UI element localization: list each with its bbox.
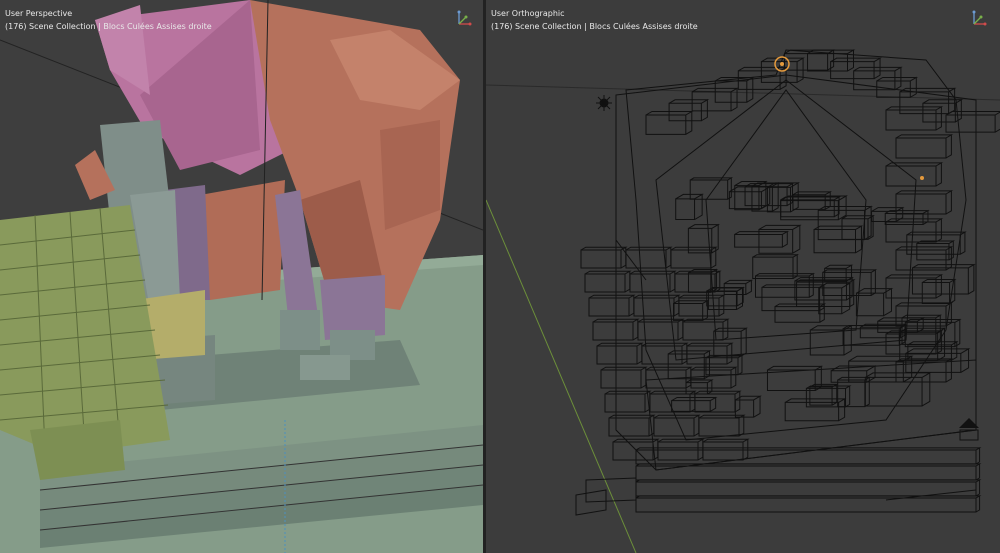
- axis-gizmo-icon[interactable]: [968, 8, 990, 30]
- view-name: User Perspective: [5, 9, 73, 18]
- horizon-line: [486, 84, 1000, 101]
- wireframe-block: [635, 447, 982, 465]
- wireframe-block: [667, 350, 712, 380]
- wireframe-block: [689, 177, 734, 200]
- wireframe-block: [758, 224, 802, 254]
- wireframe-block: [885, 273, 944, 299]
- axis-gizmo-icon[interactable]: [453, 8, 475, 30]
- 3d-cursor-center: [780, 62, 784, 66]
- wireframe-block: [822, 269, 878, 296]
- viewport-header: User Orthographic (176) Scene Collection…: [491, 7, 698, 33]
- wireframe-block: [584, 270, 632, 293]
- wireframe-block: [885, 161, 944, 187]
- wireframe-block: [922, 98, 964, 123]
- wireframe-block: [600, 366, 648, 389]
- wireframe-block: [734, 395, 762, 418]
- wireframe-block: [604, 390, 652, 413]
- wireframe-block: [625, 246, 673, 269]
- wireframe-block: [734, 230, 790, 248]
- wireframe-block: [705, 354, 744, 376]
- wireframe-block: [885, 217, 944, 243]
- collection-info: (176) Scene Collection | Blocs Culées As…: [5, 22, 212, 31]
- wireframe-block: [871, 206, 905, 222]
- wireframe-scene[interactable]: [486, 0, 1000, 553]
- wireframe-block: [809, 324, 854, 356]
- wireframe-block: [635, 463, 982, 481]
- wireframe-block: [592, 318, 640, 341]
- wireframe-block: [635, 495, 982, 513]
- wireframe-block: [818, 282, 852, 315]
- wireframe-block: [895, 245, 954, 271]
- wireframe-block: [784, 398, 847, 422]
- viewport-perspective[interactable]: User Perspective (176) Scene Collection …: [0, 0, 483, 553]
- light-icon: [596, 95, 612, 111]
- wireframe-block: [596, 342, 644, 365]
- wireframe-block: [653, 414, 701, 437]
- wireframe-block: [904, 318, 962, 348]
- wireframe-block: [841, 214, 875, 240]
- viewport-header: User Perspective (176) Scene Collection …: [5, 7, 212, 33]
- wireframe-block: [675, 193, 705, 221]
- axis-line-y: [486, 199, 637, 553]
- wireframe-block: [682, 318, 730, 341]
- wireframe-block: [885, 105, 944, 131]
- view-name: User Orthographic: [491, 9, 565, 18]
- wireframe-structure: [575, 49, 977, 516]
- wireframe-block: [895, 133, 954, 159]
- solid-scene[interactable]: [0, 0, 483, 553]
- wireframe-block: [830, 57, 882, 80]
- wireframe-block: [805, 385, 852, 408]
- collection-info: (176) Scene Collection | Blocs Culées As…: [491, 22, 698, 31]
- wireframe-block: [588, 294, 636, 317]
- wireframe-block: [668, 98, 710, 122]
- wireframe-block: [885, 329, 944, 355]
- wireframe-block: [752, 253, 800, 280]
- wireframe-block: [895, 357, 954, 383]
- wireframe-blocks: [580, 49, 1000, 513]
- viewport-orthographic[interactable]: User Orthographic (176) Scene Collection…: [486, 0, 1000, 553]
- wireframe-block: [921, 278, 957, 304]
- wireframe-block: [670, 246, 718, 269]
- wireframe-block: [698, 414, 746, 437]
- wireframe-block: [635, 479, 982, 497]
- wireframe-block: [633, 294, 681, 317]
- wireframe-block: [690, 366, 738, 389]
- wireframe-block: [713, 327, 749, 357]
- wireframe-block: [580, 246, 628, 269]
- wireframe-block: [824, 264, 854, 282]
- object-origin-icon: [920, 176, 924, 180]
